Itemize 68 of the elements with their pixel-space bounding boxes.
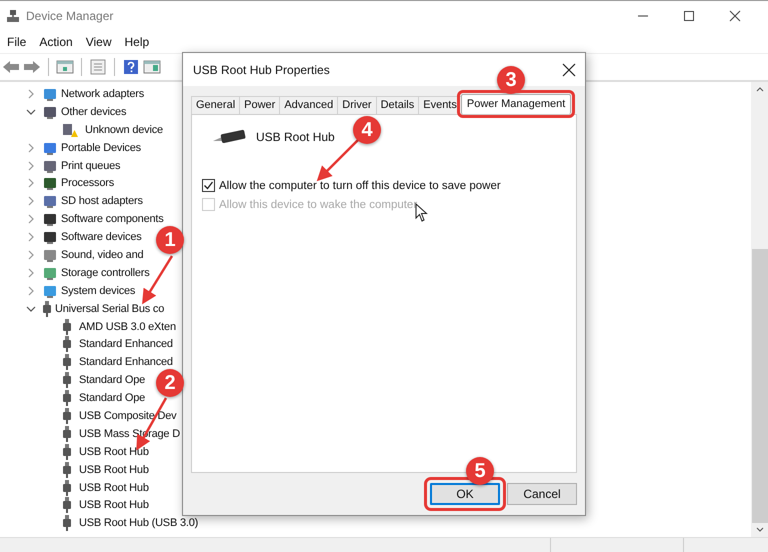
warning-device-icon (62, 122, 78, 138)
usb-plug-icon (62, 444, 72, 460)
scrollbar-thumb[interactable] (752, 249, 768, 523)
checkbox[interactable] (202, 179, 215, 192)
tree-item[interactable]: Standard Ope (79, 392, 146, 404)
usb-plug-icon (62, 390, 72, 406)
dialog-title: USB Root Hub Properties (193, 62, 330, 76)
device-name: USB Root Hub (256, 130, 335, 144)
usb-plug-icon (62, 354, 72, 370)
usb-plug-icon (62, 408, 72, 424)
step-badge: 1 (156, 226, 184, 254)
app-icon (6, 9, 20, 23)
tab[interactable]: Events (418, 96, 462, 114)
tree-item[interactable]: Sound, video and (61, 248, 144, 261)
tree-item[interactable]: USB Root Hub (79, 464, 149, 476)
step-badge: 2 (156, 369, 184, 397)
tree-item[interactable]: AMD USB 3.0 eXten (79, 320, 176, 333)
help-icon[interactable] (122, 59, 140, 75)
back-icon[interactable] (2, 59, 20, 75)
forward-icon[interactable] (23, 59, 41, 75)
device-icon (42, 229, 58, 246)
tree-item[interactable]: USB Root Hub (79, 499, 149, 512)
menu-item[interactable]: Action (39, 35, 73, 49)
tree-item[interactable]: Print queues (61, 160, 120, 172)
usb-plug-icon (62, 497, 72, 514)
device-icon (42, 193, 58, 210)
tree-item[interactable]: Storage controllers (61, 266, 150, 279)
usb-plug-icon (62, 462, 72, 478)
tree-item[interactable]: USB Root Hub (79, 482, 149, 494)
tree-item[interactable]: SD host adapters (61, 195, 143, 208)
usb-plug-icon (62, 336, 72, 352)
tree-item[interactable]: Standard Enhanced (79, 338, 173, 350)
usb-plug-icon (62, 426, 72, 442)
cancel-button[interactable]: Cancel (507, 483, 577, 505)
tree-item[interactable]: Network adapters (61, 88, 144, 100)
tree-item[interactable]: Standard Enhanced (79, 356, 173, 368)
tree-item[interactable]: Software devices (61, 231, 142, 244)
window-title: Device Manager (26, 9, 114, 23)
usb-plug-icon (62, 515, 72, 532)
usb-plug-icon (62, 480, 72, 496)
close-icon[interactable] (562, 62, 576, 76)
menu-item[interactable]: Help (124, 35, 150, 49)
tree-item[interactable]: Universal Serial Bus co (55, 302, 164, 315)
usb-plug-icon (42, 300, 52, 317)
properties-icon[interactable] (89, 59, 107, 75)
tree-item[interactable]: USB Root Hub (USB 3.0) (79, 517, 198, 530)
device-icon (42, 175, 58, 192)
menu-item[interactable]: File (7, 35, 26, 49)
tree-item[interactable]: Software components (61, 213, 164, 226)
usb-plug-icon (62, 372, 72, 388)
tree-item[interactable]: Unknown device (85, 124, 163, 136)
tree-item[interactable]: USB Root Hub (79, 446, 149, 458)
tree-item[interactable]: USB Composite Dev (79, 410, 176, 422)
tab[interactable]: General (191, 96, 240, 114)
tree-item[interactable]: Processors (61, 177, 114, 190)
tree-item[interactable]: Portable Devices (61, 142, 141, 154)
action-pane-icon[interactable] (143, 59, 161, 75)
usb-plug-icon (62, 318, 72, 335)
scrollbar[interactable] (751, 82, 768, 537)
tree-item[interactable]: Standard Ope (79, 374, 146, 386)
tree-item[interactable]: Other devices (61, 106, 126, 118)
device-icon (42, 211, 58, 228)
console-tree-icon[interactable] (56, 59, 74, 75)
checkbox-label[interactable]: Allow the computer to turn off this device to save power (219, 180, 501, 192)
checkbox-label: Allow this device to wake the computer (219, 198, 418, 210)
mouse-pointer-icon (415, 203, 429, 223)
menu-item[interactable]: View (86, 35, 112, 49)
tree-item[interactable]: System devices (61, 284, 136, 297)
